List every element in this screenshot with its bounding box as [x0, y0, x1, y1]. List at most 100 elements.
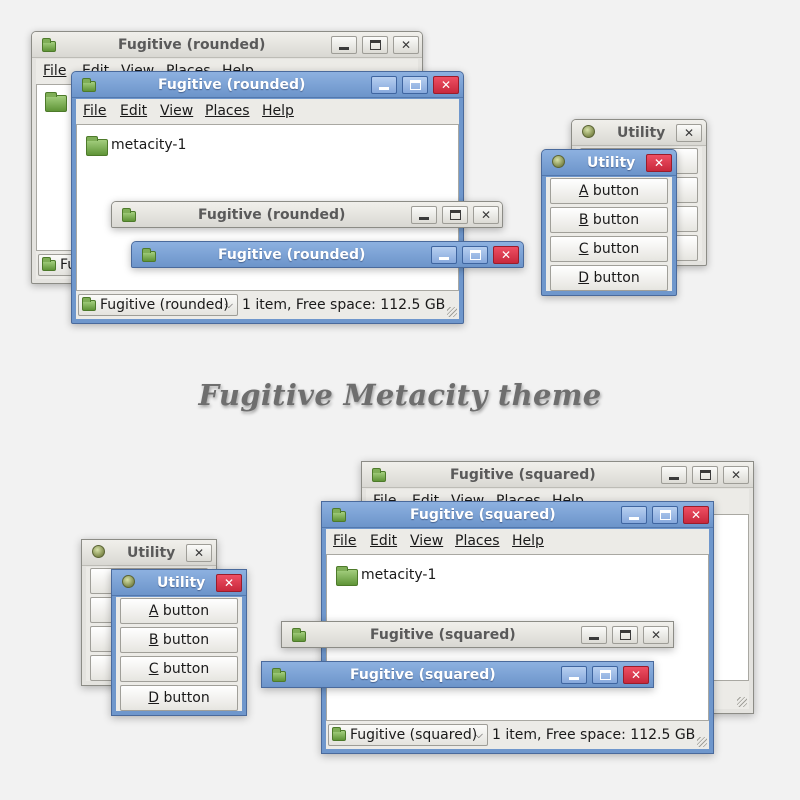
window-title: Fugitive (squared) [350, 667, 496, 683]
maximize-button[interactable] [592, 666, 618, 684]
status-text: 1 item, Free space: 112.5 GB [492, 727, 696, 743]
close-icon: ✕ [653, 156, 665, 170]
minimize-button[interactable] [371, 76, 397, 94]
file-item-label[interactable]: metacity-1 [361, 567, 436, 583]
utility-app-icon [582, 125, 595, 138]
c-button[interactable]: C button [550, 236, 668, 262]
folder-icon [82, 297, 96, 311]
titlebar[interactable]: Utility ✕ [572, 120, 706, 146]
menu-help[interactable]: Help [262, 99, 294, 123]
close-icon: ✕ [690, 508, 702, 522]
menu-places[interactable]: Places [455, 529, 500, 553]
b-button[interactable]: B button [120, 627, 238, 653]
rounded-back-titlebar[interactable]: Fugitive (rounded) ✕ [32, 32, 422, 58]
window-title: Utility [587, 155, 636, 171]
minimize-button[interactable] [661, 466, 687, 484]
menu-help[interactable]: Help [512, 529, 544, 553]
maximize-button[interactable] [402, 76, 428, 94]
resize-grip-icon[interactable] [697, 737, 707, 747]
minimize-button[interactable] [621, 506, 647, 524]
titlebar[interactable]: Fugitive (rounded) ✕ [132, 242, 523, 267]
minimize-button[interactable] [411, 206, 437, 224]
close-button[interactable]: ✕ [216, 574, 242, 592]
d-button[interactable]: D button [120, 685, 238, 711]
b-button[interactable]: B button [550, 207, 668, 233]
maximize-button[interactable] [612, 626, 638, 644]
minimize-button[interactable] [431, 246, 457, 264]
close-button[interactable]: ✕ [473, 206, 499, 224]
rounded-inactive-titlebar-window[interactable]: Fugitive (rounded) ✕ [111, 201, 503, 228]
close-button[interactable]: ✕ [643, 626, 669, 644]
menu-view[interactable]: View [410, 529, 443, 553]
rounded-file-window[interactable]: Fugitive (rounded) ✕ File Edit View Plac… [71, 71, 464, 324]
maximize-icon [659, 510, 671, 520]
close-button[interactable]: ✕ [493, 246, 519, 264]
squared-utility-window[interactable]: Utility ✕ A button B button C button D b… [111, 569, 247, 716]
utility-app-icon [552, 155, 565, 168]
close-button[interactable]: ✕ [676, 124, 702, 142]
squared-inactive-titlebar-window[interactable]: Fugitive (squared) ✕ [281, 621, 674, 648]
close-button[interactable]: ✕ [393, 36, 419, 54]
minimize-button[interactable] [581, 626, 607, 644]
minimize-icon [439, 257, 449, 260]
resize-grip-icon[interactable] [737, 697, 747, 707]
maximize-icon [409, 80, 421, 90]
menu-places[interactable]: Places [205, 99, 250, 123]
maximize-button[interactable] [442, 206, 468, 224]
rounded-utility-window[interactable]: Utility ✕ A button B button C button D b… [541, 149, 677, 296]
page-title: Fugitive Metacity theme [198, 378, 602, 412]
titlebar[interactable]: Fugitive (squared) ✕ [282, 622, 673, 647]
minimize-icon [419, 217, 429, 220]
minimize-icon [379, 87, 389, 90]
a-button[interactable]: A button [550, 178, 668, 204]
menu-file[interactable]: File [83, 99, 106, 123]
squared-back-titlebar[interactable]: Fugitive (squared) ✕ [362, 462, 753, 488]
squared-file-titlebar[interactable]: Fugitive (squared) ✕ [322, 502, 713, 528]
close-button[interactable]: ✕ [433, 76, 459, 94]
statusbar: Fugitive (squared) ⌵ 1 item, Free space:… [326, 721, 709, 749]
close-button[interactable]: ✕ [723, 466, 749, 484]
menu-edit[interactable]: Edit [370, 529, 397, 553]
maximize-button[interactable] [652, 506, 678, 524]
location-combo[interactable]: Fugitive (squared) ⌵ [328, 724, 488, 746]
close-button[interactable]: ✕ [623, 666, 649, 684]
folder-icon [45, 92, 67, 112]
folder-icon [372, 468, 386, 482]
minimize-button[interactable] [331, 36, 357, 54]
utility-body: A button B button C button D button [546, 177, 672, 291]
titlebar[interactable]: Utility ✕ [112, 570, 246, 596]
close-button[interactable]: ✕ [186, 544, 212, 562]
minimize-button[interactable] [561, 666, 587, 684]
maximize-icon [469, 250, 481, 260]
squared-active-titlebar-window[interactable]: Fugitive (squared) ✕ [261, 661, 654, 688]
window-title: Fugitive (rounded) [218, 247, 366, 263]
titlebar[interactable]: Fugitive (rounded) ✕ [112, 202, 502, 227]
folder-icon [86, 136, 108, 156]
menu-edit[interactable]: Edit [120, 99, 147, 123]
titlebar[interactable]: Utility ✕ [82, 540, 216, 566]
menubar: File Edit View Places Help [326, 529, 709, 553]
statusbar: Fugitive (rounded) ⌵ 1 item, Free space:… [76, 291, 459, 319]
close-button[interactable]: ✕ [683, 506, 709, 524]
titlebar[interactable]: Fugitive (squared) ✕ [262, 662, 653, 687]
d-button[interactable]: D button [550, 265, 668, 291]
file-item-label[interactable]: metacity-1 [111, 137, 186, 153]
rounded-file-titlebar[interactable]: Fugitive (rounded) ✕ [72, 72, 463, 98]
menu-view[interactable]: View [160, 99, 193, 123]
titlebar[interactable]: Utility ✕ [542, 150, 676, 176]
maximize-button[interactable] [462, 246, 488, 264]
c-button[interactable]: C button [120, 656, 238, 682]
maximize-button[interactable] [692, 466, 718, 484]
maximize-icon [369, 40, 381, 50]
window-title: Fugitive (squared) [410, 507, 556, 523]
maximize-button[interactable] [362, 36, 388, 54]
utility-body: A button B button C button D button [116, 597, 242, 711]
location-combo[interactable]: Fugitive (rounded) ⌵ [78, 294, 238, 316]
window-title: Fugitive (rounded) [158, 77, 306, 93]
close-button[interactable]: ✕ [646, 154, 672, 172]
menu-file[interactable]: File [43, 59, 66, 83]
resize-grip-icon[interactable] [447, 307, 457, 317]
a-button[interactable]: A button [120, 598, 238, 624]
menu-file[interactable]: File [333, 529, 356, 553]
rounded-active-titlebar-window[interactable]: Fugitive (rounded) ✕ [131, 241, 524, 268]
